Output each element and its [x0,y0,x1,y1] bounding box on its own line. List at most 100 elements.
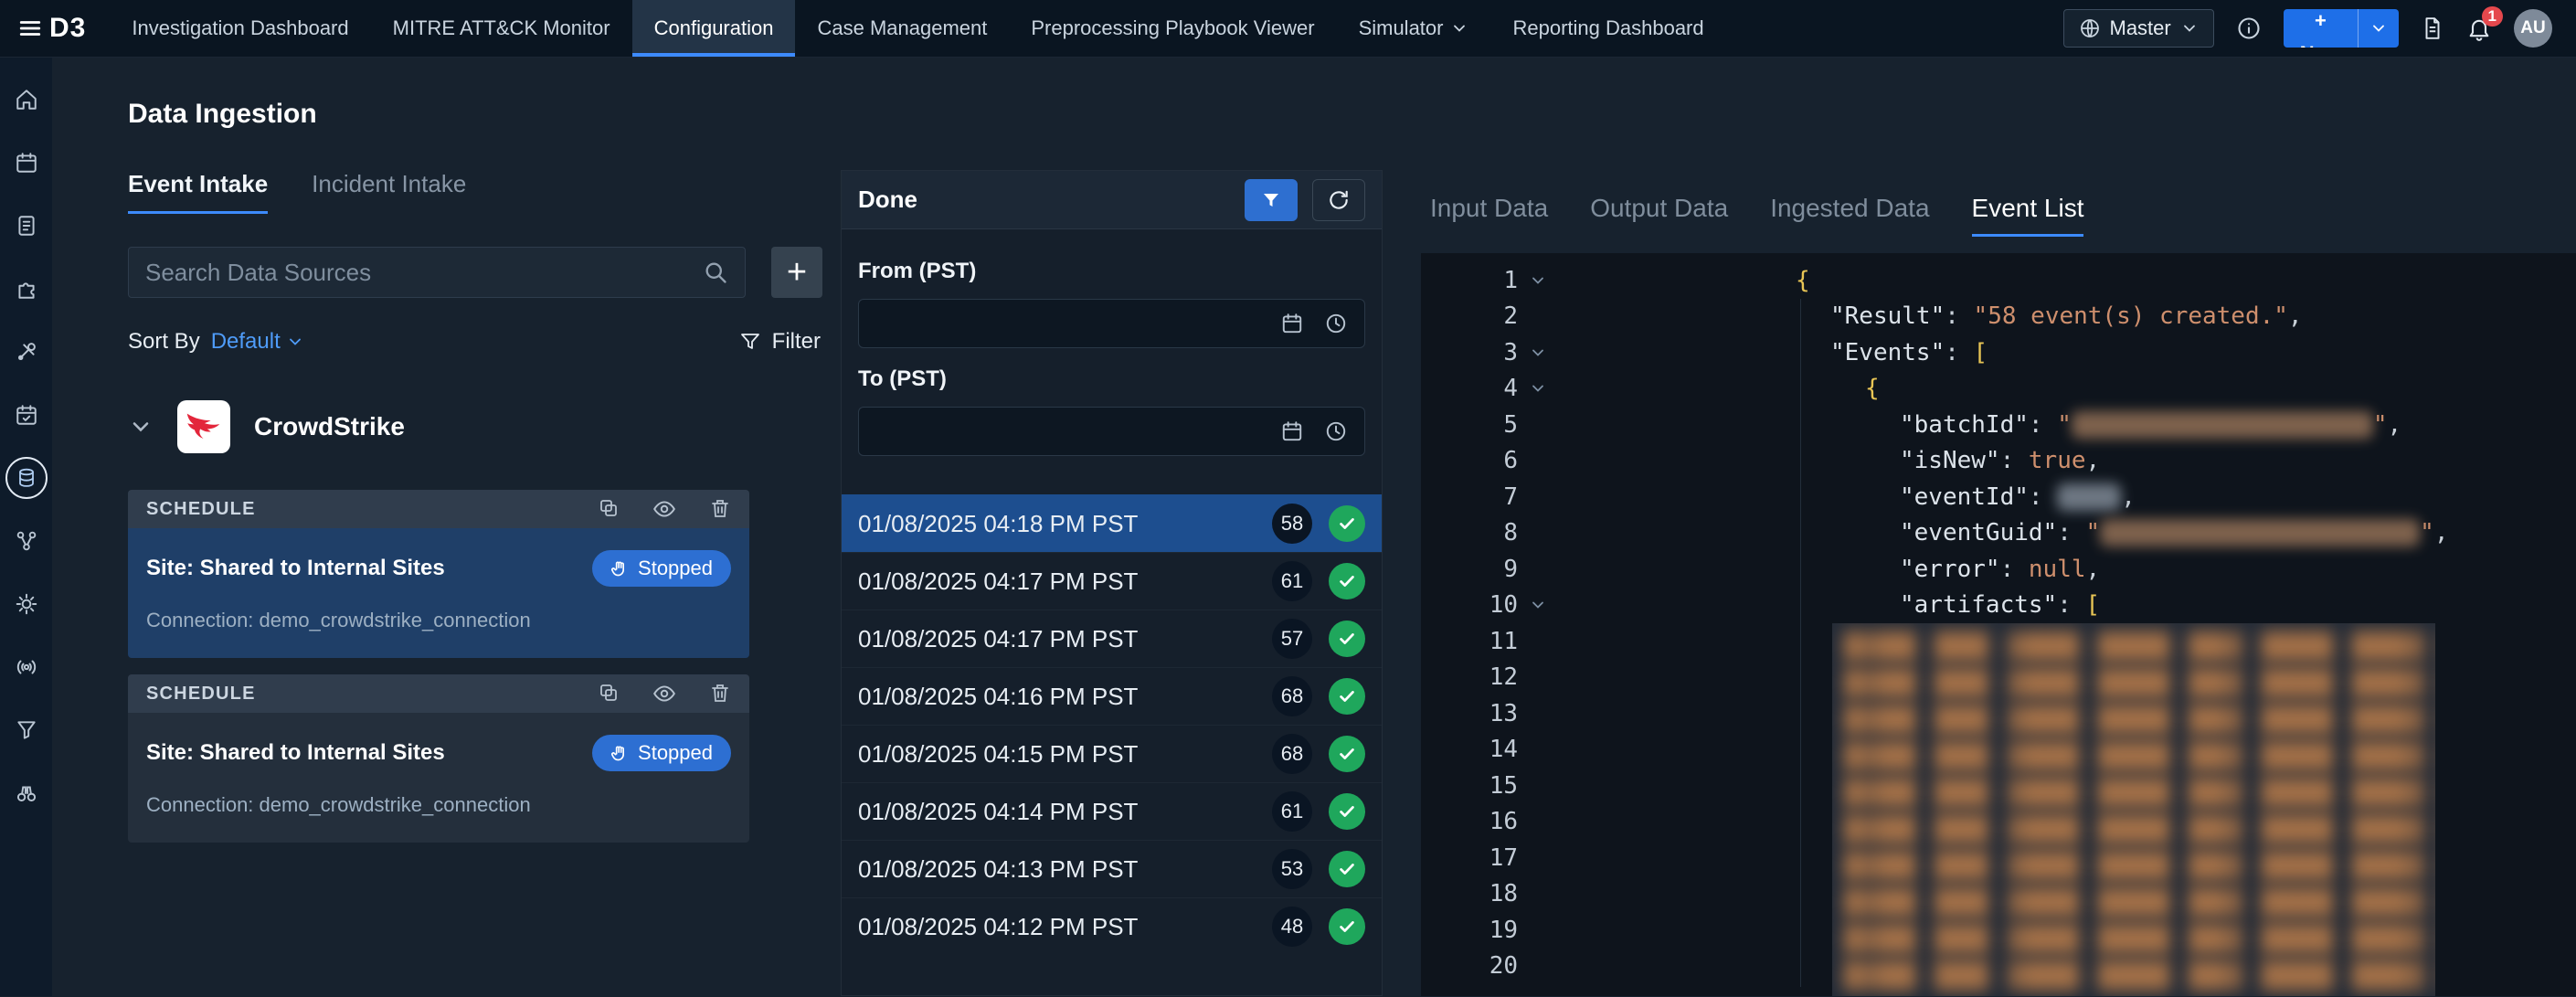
from-date-input[interactable] [858,299,1365,348]
new-dropdown-chevron[interactable] [2359,9,2399,48]
line-number: 15 [1421,772,1518,800]
code-token: "error" [1900,556,2000,583]
data-source-row[interactable]: CrowdStrike [128,400,822,453]
schedule-card[interactable]: SCHEDULE Site: Shared to Internal Sites St… [128,490,749,658]
sidebar-item-utilities[interactable] [0,332,52,372]
fold-icon[interactable] [1518,271,1558,290]
chevron-down-icon[interactable] [128,414,154,440]
run-list-item[interactable]: 01/08/2025 04:17 PM PST57 [842,610,1382,667]
sidebar-item-data-funnel[interactable] [0,710,52,750]
nav-item-preprocessing-playbook-viewer[interactable]: Preprocessing Playbook Viewer [1009,0,1336,57]
clock-icon[interactable] [1324,312,1348,335]
status-badge[interactable]: Stopped [592,550,731,587]
done-panel-title: Done [858,186,917,214]
eye-button[interactable] [652,497,676,521]
schedule-header-label: SCHEDULE [146,499,256,520]
nav-item-investigation-dashboard[interactable]: Investigation Dashboard [110,0,370,57]
nav-item-case-management[interactable]: Case Management [795,0,1009,57]
funnel-icon [1260,189,1282,211]
tab-event-list[interactable]: Event List [1972,194,2084,237]
sort-value-dropdown[interactable]: Default [211,329,304,355]
nav-item-simulator[interactable]: Simulator [1337,0,1491,57]
run-list-item[interactable]: 01/08/2025 04:15 PM PST68 [842,725,1382,782]
tab-incident-intake[interactable]: Incident Intake [312,170,466,214]
info-icon[interactable] [2236,16,2262,41]
to-date-input[interactable] [858,407,1365,456]
gear-icon [15,592,38,616]
run-list-item[interactable]: 01/08/2025 04:16 PM PST68 [842,667,1382,725]
status-label: Stopped [638,557,713,580]
copy-button[interactable] [598,497,620,521]
run-list-item[interactable]: 01/08/2025 04:14 PM PST61 [842,782,1382,840]
json-viewer[interactable]: 1{2"Result": "58 event(s) created.",3"Ev… [1421,253,2576,996]
check-icon [1337,571,1357,591]
success-check-icon [1329,908,1365,945]
trash-button[interactable] [709,682,731,705]
refresh-button[interactable] [1312,179,1365,221]
sidebar-item-reports[interactable] [0,206,52,246]
code-token: { [1796,267,1810,294]
schedule-card[interactable]: SCHEDULESite: Shared to Internal SitesSt… [128,674,749,843]
chevron-down-icon [2180,19,2199,37]
code-token: : [2000,556,2029,583]
nav-item-label: Preprocessing Playbook Viewer [1031,16,1314,40]
document-icon[interactable] [2421,16,2444,40]
tab-input-data[interactable]: Input Data [1430,194,1548,237]
eye-button[interactable] [652,682,676,705]
done-filter-button[interactable] [1245,179,1298,221]
sidebar-item-scheduler[interactable] [0,395,52,435]
code-token: , [2288,302,2303,330]
sidebar-item-home[interactable] [0,80,52,120]
new-button[interactable]: + New [2284,9,2399,48]
search-input[interactable] [145,259,703,287]
code-line: 6"isNew": true, [1421,443,2576,480]
search-box[interactable] [128,247,746,298]
run-list-item[interactable]: 01/08/2025 04:18 PM PST58 [842,494,1382,552]
nav-item-mitre-att-ck-monitor[interactable]: MITRE ATT&CK Monitor [371,0,632,57]
fold-icon[interactable] [1518,596,1558,614]
sidebar-item-connections[interactable] [0,521,52,561]
line-number: 13 [1421,700,1518,727]
nav-item-reporting-dashboard[interactable]: Reporting Dashboard [1490,0,1725,57]
trash-button[interactable] [709,497,731,521]
run-list-item[interactable]: 01/08/2025 04:17 PM PST61 [842,552,1382,610]
tab-event-intake[interactable]: Event Intake [128,170,268,214]
calendar-icon[interactable] [1280,419,1304,443]
detail-tabs: Input Data Output Data Ingested Data Event … [1430,194,2576,237]
tab-output-data[interactable]: Output Data [1590,194,1728,237]
schedule-actions [598,682,731,705]
top-nav-items: Investigation DashboardMITRE ATT&CK Moni… [110,0,1725,57]
sidebar-item-integrations[interactable] [0,269,52,309]
fold-icon[interactable] [1518,344,1558,362]
run-list-item[interactable]: 01/08/2025 04:12 PM PST48 [842,897,1382,955]
filter-button[interactable]: Filter [739,329,821,355]
run-timestamp: 01/08/2025 04:16 PM PST [858,683,1138,711]
sidebar-item-calendar[interactable] [0,143,52,183]
add-data-source-button[interactable]: + [771,247,822,298]
sidebar-item-settings[interactable] [0,584,52,624]
copy-button[interactable] [598,682,620,705]
code-content: "error": null, [1796,556,2100,583]
code-token: "Events" [1830,339,1945,366]
clock-icon[interactable] [1324,419,1348,443]
nav-item-configuration[interactable]: Configuration [632,0,796,57]
search-icon [703,260,728,285]
code-line: 5"batchId": "", [1421,407,2576,443]
environment-selector[interactable]: Master [2063,9,2214,48]
run-list-item[interactable]: 01/08/2025 04:13 PM PST53 [842,840,1382,897]
status-badge[interactable]: Stopped [592,735,731,771]
schedule-site-label: Site: Shared to Internal Sites [146,556,445,581]
app-logo[interactable]: D3 [0,0,110,57]
chevron-down-icon [2369,19,2388,37]
notifications-button[interactable]: 1 [2466,16,2492,41]
calendar-icon[interactable] [1280,312,1304,335]
sidebar-item-data-ingestion[interactable] [0,458,52,498]
sidebar-item-live-feed[interactable] [0,647,52,687]
tab-ingested-data[interactable]: Ingested Data [1770,194,1929,237]
sidebar-item-search-explore[interactable] [0,773,52,813]
fold-icon[interactable] [1518,379,1558,398]
redacted-content: █▓██ ███ ▓███ ████ ██▓ ████ ███▓ ███ ███… [1845,848,2422,885]
code-token: , [2434,519,2449,546]
check-icon [1337,686,1357,706]
user-avatar[interactable]: AU [2514,9,2552,48]
